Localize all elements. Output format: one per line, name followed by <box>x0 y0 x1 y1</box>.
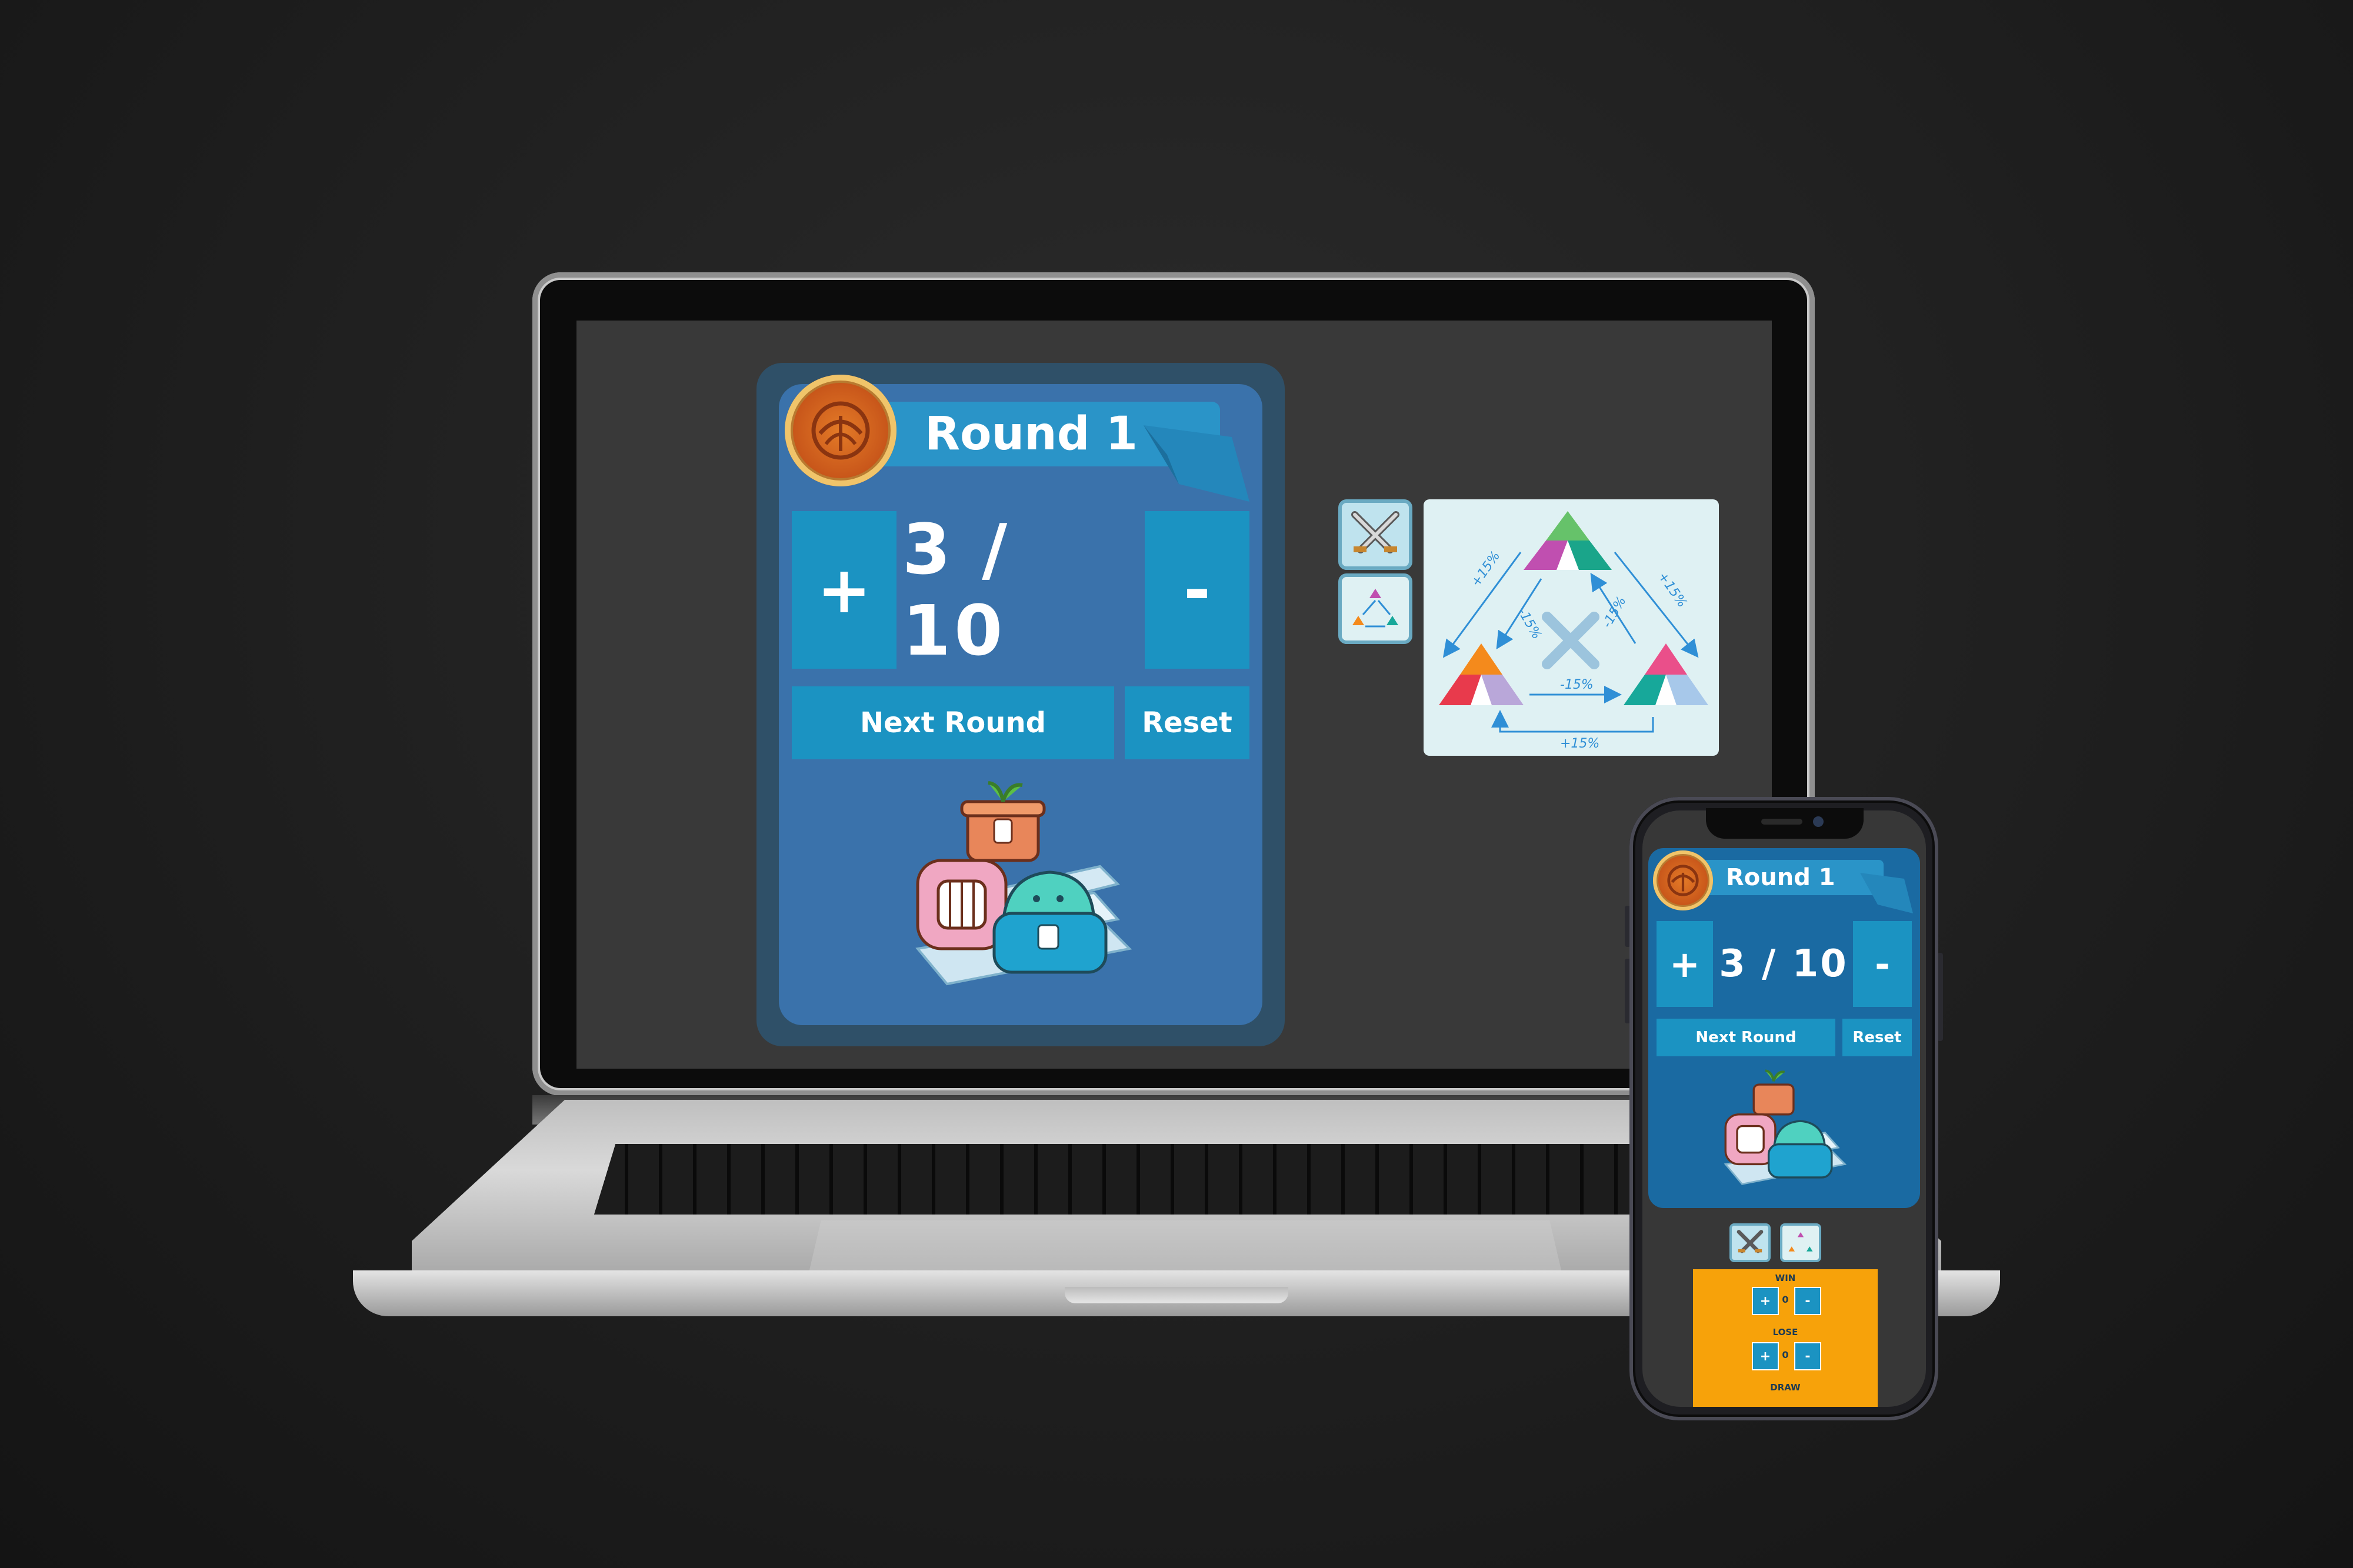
win-decrement-button[interactable]: - <box>1794 1287 1821 1315</box>
mobile-battle-mode-button[interactable] <box>1729 1223 1771 1262</box>
mobile-class-chart-button[interactable] <box>1780 1223 1821 1262</box>
lose-count: 0 <box>1782 1349 1789 1360</box>
pet-carriers-illustration <box>915 781 1132 986</box>
win-label: WIN <box>1775 1273 1796 1283</box>
mobile-round-card: Round 1 + 3 / 10 - Next Round Reset <box>1648 848 1920 1208</box>
round-card: Round 1 + 3 / 10 - Next Round Reset <box>756 363 1285 1046</box>
class-advantage-icon <box>1352 589 1398 628</box>
class-advantage-chart: +15% +15% +15% -15% -15% -15% <box>1424 499 1719 756</box>
mobile-increment-button[interactable]: + <box>1657 921 1713 1007</box>
round-badge-icon <box>785 375 896 486</box>
crossed-swords-icon <box>1737 1230 1764 1253</box>
disadvantage-label: -15% <box>1560 678 1594 692</box>
round-card-inner: Round 1 + 3 / 10 - Next Round Reset <box>779 375 1262 1025</box>
win-increment-button[interactable]: + <box>1752 1287 1779 1315</box>
phone-notch <box>1706 808 1864 839</box>
mobile-reset-button[interactable]: Reset <box>1842 1019 1912 1056</box>
round-counter: 3 / 10 <box>902 509 1011 671</box>
class-group-right <box>1624 643 1708 705</box>
win-count: 0 <box>1782 1294 1789 1305</box>
phone-speaker <box>1761 819 1802 825</box>
crossed-swords-icon <box>1351 511 1399 553</box>
increment-button[interactable]: + <box>792 511 896 669</box>
laptop-keyboard <box>594 1144 1665 1215</box>
class-advantage-icon <box>1788 1232 1813 1252</box>
phone-camera-icon <box>1813 816 1824 827</box>
ribbon-tail <box>1144 425 1249 502</box>
watermark-swords-icon <box>1542 612 1599 669</box>
mobile-round-title: Round 1 <box>1726 864 1835 891</box>
laptop-front-notch <box>1065 1287 1288 1303</box>
battle-mode-button[interactable] <box>1338 499 1412 570</box>
lose-decrement-button[interactable]: - <box>1794 1342 1821 1370</box>
mobile-ribbon-tail <box>1860 873 1913 913</box>
class-chart-button[interactable] <box>1338 573 1412 644</box>
laptop-screen: Round 1 + 3 / 10 - Next Round Reset +15%… <box>576 321 1772 1069</box>
mobile-round-counter: 3 / 10 <box>1719 942 1848 986</box>
class-group-top <box>1524 511 1612 570</box>
next-round-button[interactable]: Next Round <box>792 686 1114 759</box>
mobile-pet-carriers-illustration <box>1724 1069 1847 1185</box>
mobile-decrement-button[interactable]: - <box>1853 921 1912 1007</box>
lose-label: LOSE <box>1772 1327 1798 1337</box>
reset-button[interactable]: Reset <box>1125 686 1249 759</box>
disadvantage-label: -15% <box>1600 594 1629 630</box>
advantage-label: +15% <box>1560 736 1599 751</box>
phone-screen: Round 1 + 3 / 10 - Next Round Reset WIN … <box>1642 810 1926 1407</box>
disadvantage-label: -15% <box>1515 606 1544 642</box>
draw-label: DRAW <box>1770 1382 1801 1393</box>
lose-increment-button[interactable]: + <box>1752 1342 1779 1370</box>
results-panel: WIN + 0 - LOSE + 0 - DRAW <box>1693 1269 1878 1407</box>
decrement-button[interactable]: - <box>1145 511 1249 669</box>
advantage-label: +15% <box>1655 569 1689 610</box>
class-group-left <box>1439 643 1524 705</box>
round-title: Round 1 <box>925 408 1138 461</box>
mobile-next-round-button[interactable]: Next Round <box>1657 1019 1835 1056</box>
mobile-round-badge-icon <box>1653 850 1713 910</box>
